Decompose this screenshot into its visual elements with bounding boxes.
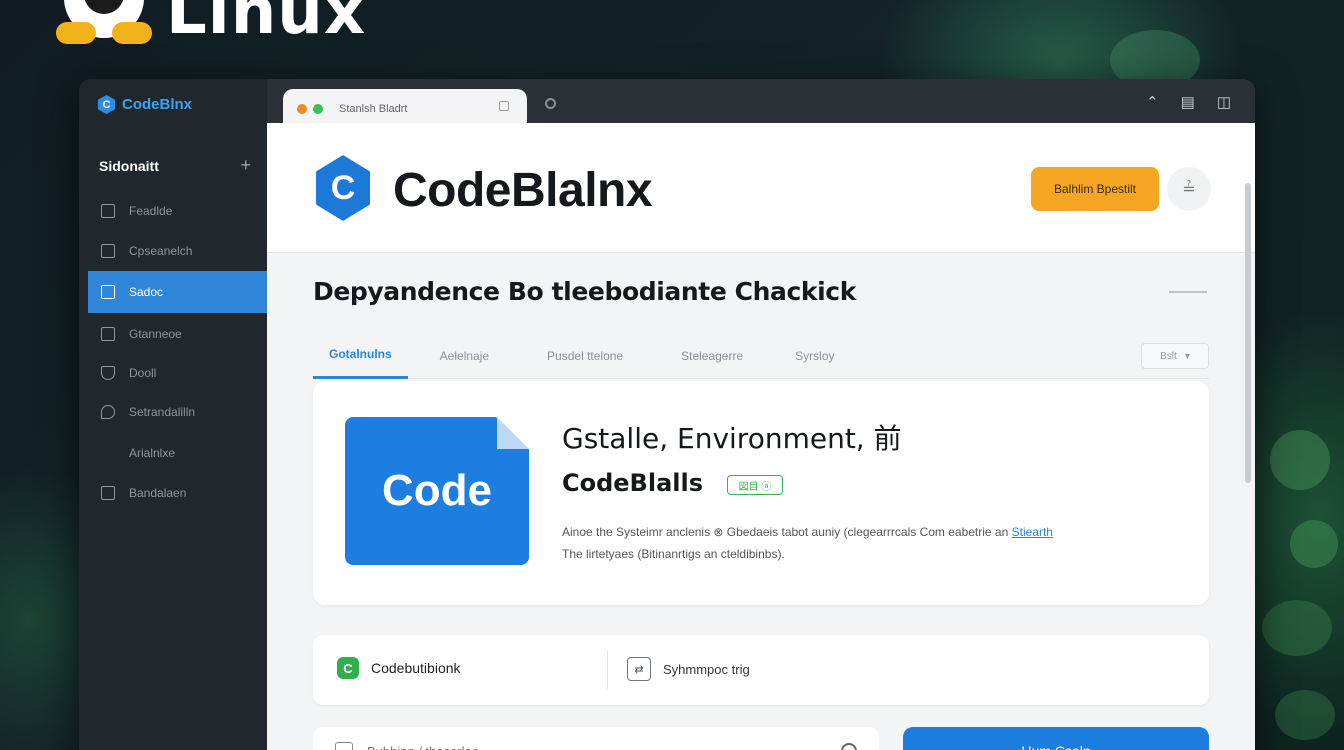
grid-icon [335,742,353,750]
hero-header: C CodeBlalnx Balhlim Bpestilt ≟ [267,123,1255,253]
panel-item-sync[interactable]: ⇄ Syhmmpoc trig [627,657,750,681]
sidebar-item-3-active[interactable]: Sadoc [88,271,267,313]
plant-leaf [1275,690,1335,740]
sidebar: C CodeBlnx Sidonaitt + Feadlde Cpseanelc… [79,79,267,750]
search-icon[interactable] [841,743,857,750]
edit-icon [101,327,115,341]
app-window: C CodeBlnx Sidonaitt + Feadlde Cpseanelc… [79,79,1255,750]
card-desc-line1: Ainoe the Systeimr anclenis ⊗ Gbedaeis t… [562,525,1009,539]
sidebar-item-6[interactable]: Setrandalilln [88,391,267,433]
sidebar-item-2[interactable]: Cpseanelch [88,230,267,272]
camera-icon[interactable]: ◫ [1217,93,1231,111]
plant-leaf [1262,600,1332,656]
sync-icon: ⇄ [627,657,651,681]
codeblnx-logo-icon: C [97,95,116,114]
sidebar-item-label: Arialnlxe [129,446,176,460]
wifi-icon[interactable]: ⌃ [1146,93,1159,111]
tab-4[interactable]: Steleagerre [665,333,759,379]
sidebar-item-7[interactable]: Arialnlxe [88,432,267,474]
card-desc-line2: The lirtetyaes (Bitinanrtigs an cteldibi… [562,547,785,561]
card-title: Gstalle, Environment, 前 [562,422,902,455]
tab-title: Stanlsh Bladrt [339,103,408,115]
terminal-icon [101,285,115,299]
tab-1[interactable]: Gotalnulns [313,333,408,379]
sidebar-item-label: Dooll [129,366,157,380]
settings-sliders-icon[interactable]: ≟ [1167,167,1211,211]
add-icon[interactable]: + [240,155,251,176]
tools-panel: C Codebutibionk ⇄ Syhmmpoc trig [313,635,1209,705]
sidebar-item-label: Gtanneoe [129,327,182,341]
panel-right-label: Syhmmpoc trig [663,661,750,677]
folder-icon [101,486,115,500]
run-button[interactable]: Hum Csaln [903,727,1209,750]
status-badge: 図目 ⓐ [727,475,783,495]
sidebar-item-5[interactable]: Dooll [88,352,267,394]
tab-close-icon[interactable] [499,101,509,111]
pin-icon [101,405,115,419]
search-input[interactable] [367,743,787,750]
plant-leaf [1290,520,1338,568]
file-icon-label: Code [382,466,492,515]
tab-5[interactable]: Syrsloy [779,333,850,379]
card-desc-link[interactable]: Stiearth [1012,525,1053,539]
filter-select[interactable]: Bslt ▾ [1141,343,1209,369]
sidebar-brand[interactable]: C CodeBlnx [97,95,192,114]
page-heading: Depyandence Bo tleebodiante Chackick [313,277,856,306]
shield-icon [101,366,115,380]
codeblalnx-logo-icon: C [316,155,370,221]
sidebar-item-label: Setrandalilln [129,405,196,419]
clipboard-icon [101,244,115,258]
tab-3[interactable]: Pusdel ttelone [531,333,639,379]
sidebar-item-4[interactable]: Gtanneoe [88,313,267,355]
panel-left-label: Codebutibionk [371,660,461,676]
window-icon[interactable]: ▤ [1181,93,1195,111]
content-tabs: Gotalnulns Aelelnaje Pusdel ttelone Stel… [313,333,1209,379]
file-fold [497,417,529,449]
sidebar-item-label: Sadoc [129,285,164,299]
sidebar-section-title: Sidonaitt [99,157,159,174]
tab-dot-green [313,104,323,114]
page-icon [101,204,115,218]
linux-banner: Linux [56,0,366,44]
sidebar-item-label: Bandalaen [129,486,187,500]
sidebar-item-label: Feadlde [129,204,173,218]
environment-card: Code Gstalle, Environment, 前 CodeBlalls … [313,381,1209,605]
tux-penguin-icon [56,0,152,44]
main-content: C CodeBlalnx Balhlim Bpestilt ≟ Depyande… [267,123,1255,750]
collapse-icon[interactable] [1169,291,1207,293]
sidebar-item-1[interactable]: Feadlde [88,190,267,232]
card-subtitle: CodeBlalls [562,469,704,497]
filter-select-value: Bslt [1160,350,1177,362]
hero-action-button[interactable]: Balhlim Bpestilt [1031,167,1159,211]
sidebar-section-header: Sidonaitt + [99,155,251,176]
chevron-down-icon: ▾ [1184,350,1190,362]
topbar-icons: ⌃ ▤ ◫ [1146,93,1231,111]
tab-2[interactable]: Aelelnaje [424,333,505,379]
sidebar-item-8[interactable]: Bandalaen [88,472,267,514]
scrollbar[interactable] [1245,183,1251,483]
tab-dot-orange [297,104,307,114]
panel-divider [607,651,608,689]
sidebar-item-label: Cpseanelch [129,244,193,258]
brand-name: CodeBlnx [122,96,193,113]
card-description: Ainoe the Systeimr anclenis ⊗ Gbedaeis t… [562,521,1182,565]
plant-leaf [1270,430,1330,490]
search-bar [313,727,879,750]
hero-title: CodeBlalnx [393,164,653,217]
browser-topbar: Stanlsh Bladrt ⌃ ▤ ◫ [267,79,1255,129]
new-tab-icon[interactable] [545,98,556,109]
panel-item-codebutibionk[interactable]: C Codebutibionk [337,657,461,679]
codebutibionk-icon: C [337,657,359,679]
linux-title: Linux [166,0,367,49]
